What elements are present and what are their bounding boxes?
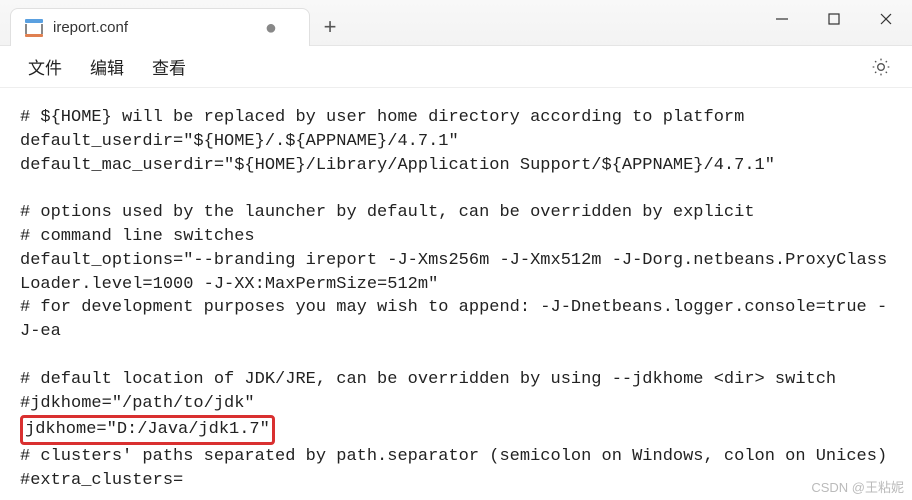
menu-file[interactable]: 文件 [14,48,76,85]
maximize-button[interactable] [808,0,860,38]
notepad-icon [25,19,43,37]
minimize-button[interactable] [756,0,808,38]
tab-title: ireport.conf [53,19,251,36]
line: # clusters' paths separated by path.sepa… [20,447,887,466]
tab-dirty-indicator: ● [265,18,277,38]
menu-edit[interactable]: 编辑 [76,48,138,85]
line: default_options="--branding ireport -J-X… [20,251,887,294]
line: # options used by the launcher by defaul… [20,203,755,222]
gear-icon [871,57,891,77]
new-tab-button[interactable]: + [310,8,350,46]
line: # for development purposes you may wish … [20,298,887,341]
line: # command line switches [20,227,255,246]
line: # ${HOME} will be replaced by user home … [20,108,744,127]
line: default_userdir="${HOME}/.${APPNAME}/4.7… [20,132,459,151]
editor-content[interactable]: # ${HOME} will be replaced by user home … [0,88,912,500]
close-button[interactable] [860,0,912,38]
maximize-icon [827,12,841,26]
line: default_mac_userdir="${HOME}/Library/App… [20,156,775,175]
line: #jdkhome="/path/to/jdk" [20,394,255,413]
line: #extra_clusters= [20,471,183,490]
titlebar: ireport.conf ● + [0,0,912,46]
highlighted-line: jdkhome="D:/Java/jdk1.7" [20,415,275,445]
watermark: CSDN @王粘妮 [811,477,904,496]
minimize-icon [775,12,789,26]
menubar: 文件 编辑 查看 [0,46,912,88]
tab-active[interactable]: ireport.conf ● [10,8,310,46]
line: # default location of JDK/JRE, can be ov… [20,370,836,389]
close-icon [879,12,893,26]
menu-view[interactable]: 查看 [138,48,200,85]
settings-button[interactable] [864,50,898,84]
